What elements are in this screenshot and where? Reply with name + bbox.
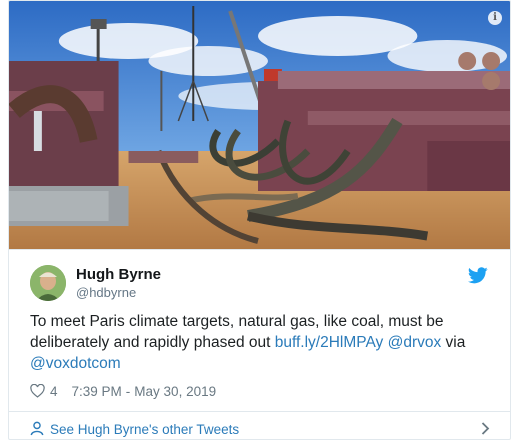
- tweet-meta: 4 7:39 PM - May 30, 2019: [30, 381, 216, 401]
- embedded-tweet-card: i Hugh Byrne @hdbyrne To meet Paris clim…: [8, 0, 511, 440]
- tweet-text: To meet Paris climate targets, natural g…: [30, 311, 500, 374]
- tweet-footer[interactable]: See Hugh Byrne's other Tweets: [9, 411, 510, 439]
- person-icon: [30, 421, 44, 436]
- chevron-right-icon[interactable]: [481, 422, 490, 435]
- author-name[interactable]: Hugh Byrne: [76, 266, 161, 283]
- meta-separator: -: [125, 383, 131, 399]
- tweet-photo[interactable]: i: [9, 1, 510, 249]
- tweet-date[interactable]: May 30, 2019: [134, 384, 216, 399]
- avatar[interactable]: [30, 265, 66, 301]
- tweet-text-via: via: [441, 334, 466, 351]
- tweet-link-url[interactable]: buff.ly/2HlMPAy: [275, 334, 384, 351]
- tweet-time[interactable]: 7:39 PM: [72, 384, 122, 399]
- avatar-image: [30, 265, 66, 301]
- twitter-bird-icon[interactable]: [468, 267, 488, 284]
- heart-icon[interactable]: [30, 384, 45, 398]
- like-count: 4: [50, 383, 58, 399]
- tweet-header: Hugh Byrne @hdbyrne: [9, 249, 510, 312]
- mention-voxdotcom[interactable]: @voxdotcom: [30, 355, 121, 372]
- author-handle[interactable]: @hdbyrne: [76, 285, 136, 300]
- see-other-tweets-link[interactable]: See Hugh Byrne's other Tweets: [50, 422, 239, 437]
- mention-drvox[interactable]: @drvox: [388, 334, 442, 351]
- fracking-site-photo: [9, 1, 510, 249]
- info-icon[interactable]: i: [488, 11, 502, 25]
